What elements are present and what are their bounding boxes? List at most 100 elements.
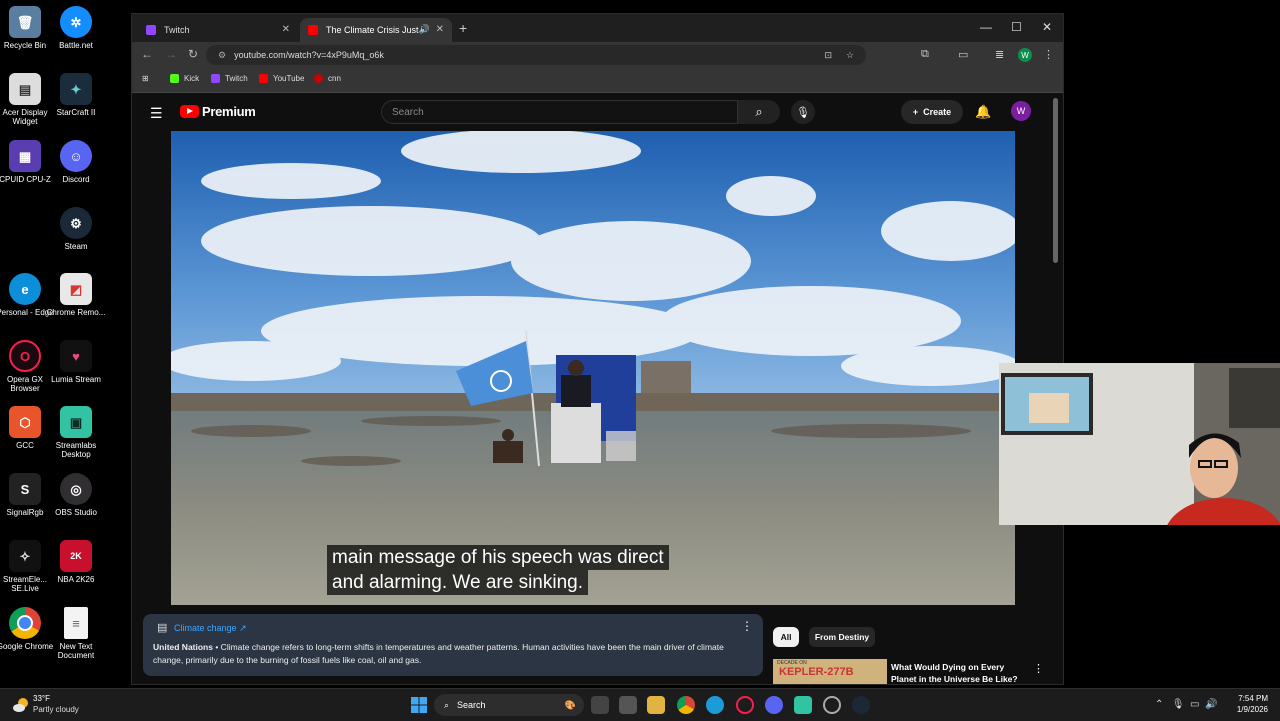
system-tray[interactable]: ⌃ 🎙 ▭ 🔊 (1155, 699, 1217, 710)
chevron-up-icon[interactable]: ⌃ (1155, 699, 1163, 710)
streamlabs-taskbar-icon[interactable] (794, 696, 812, 714)
discord-desktop-icon[interactable]: ☺ Discord (46, 140, 106, 184)
voice-search-button[interactable]: 🎙 (791, 100, 815, 124)
new-text-document-desktop-icon[interactable]: ≡ New Text Document (46, 607, 106, 660)
browser-toolbar: ← → ↻ ⚙ youtube.com/watch?v=4xP9uMq_o6k … (132, 42, 1063, 68)
apps-grid-icon[interactable]: ⊞ (142, 74, 149, 83)
weather-temperature[interactable]: 33°F (33, 694, 50, 703)
chrome-icon (9, 607, 41, 639)
close-tab-icon[interactable]: ✕ (436, 24, 444, 35)
context-info-card: ▤ Climate change ↗ ⋮ United Nations • Cl… (143, 614, 763, 676)
file-explorer-icon[interactable] (647, 696, 665, 714)
webcam-feed (999, 363, 1280, 525)
gcc-icon: ⬡ (9, 406, 41, 438)
maximize-icon[interactable]: ☐ (1011, 20, 1022, 34)
tab-search-icon[interactable]: ▭ (958, 48, 968, 61)
taskbar-search[interactable]: ⌕ Search 🎨 (434, 694, 584, 716)
chip-all[interactable]: All (773, 627, 799, 647)
nba2k-icon: 2K (60, 540, 92, 572)
search-input[interactable]: Search (381, 100, 738, 124)
windows-start-icon[interactable] (411, 697, 427, 713)
audio-playing-icon[interactable]: 🔊 (419, 24, 430, 35)
clock-date[interactable]: 1/9/2026 (1230, 705, 1268, 714)
new-tab-button[interactable]: + (459, 20, 467, 36)
page-scrollbar[interactable] (1053, 98, 1058, 263)
article-icon: ▤ (157, 622, 168, 634)
close-window-icon[interactable]: ✕ (1042, 20, 1052, 34)
bookmark-cnn[interactable]: cnn (314, 74, 341, 83)
edge-icon: e (9, 273, 41, 305)
edge-taskbar-icon[interactable] (706, 696, 724, 714)
bookmark-twitch[interactable]: Twitch (211, 74, 248, 83)
lumia-stream-icon: ♥ (60, 340, 92, 372)
settings-taskbar-icon[interactable] (823, 696, 841, 714)
text-document-icon: ≡ (64, 607, 88, 639)
battlenet-desktop-icon[interactable]: ✲ Battle.net (46, 6, 106, 50)
profile-avatar[interactable]: W (1018, 48, 1032, 62)
address-bar[interactable]: ⚙ youtube.com/watch?v=4xP9uMq_o6k ⊡ ☆ (206, 45, 866, 65)
back-icon[interactable]: ← (141, 47, 153, 61)
tab-twitch[interactable]: Twitch ✕ (138, 18, 298, 42)
task-view-icon[interactable] (591, 696, 609, 714)
network-icon[interactable]: ▭ (1190, 699, 1199, 710)
forward-icon[interactable]: → (165, 47, 177, 61)
bookmark-youtube[interactable]: YouTube (259, 74, 304, 83)
obs-desktop-icon[interactable]: ◎ OBS Studio (46, 473, 106, 517)
info-card-menu-icon[interactable]: ⋮ (741, 620, 753, 633)
tab-climate-crisis[interactable]: The Climate Crisis Just Hit a 🔊 ✕ (300, 18, 452, 42)
starcraft-desktop-icon[interactable]: ✦ StarCraft II (46, 73, 106, 117)
clock-time[interactable]: 7:54 PM (1236, 694, 1268, 703)
chrome-taskbar-icon[interactable] (677, 696, 695, 714)
bookmark-star-icon[interactable]: ☆ (846, 50, 854, 61)
microphone-icon[interactable]: 🎙 (1172, 699, 1185, 710)
nba2k-desktop-icon[interactable]: 2K NBA 2K26 (46, 540, 106, 584)
steam-icon: ⚙ (60, 207, 92, 239)
webcam-overlay (999, 363, 1280, 525)
site-info-icon[interactable]: ⚙ (218, 50, 226, 61)
recommendation-thumbnail[interactable]: DECADE ON KEPLER-277B (773, 659, 887, 684)
video-player[interactable]: main message of his speech was direct an… (171, 131, 1015, 605)
search-button[interactable]: ⌕ (738, 100, 780, 124)
streamelements-icon: ✧ (9, 540, 41, 572)
notifications-bell-icon[interactable]: 🔔 (975, 104, 991, 120)
bookmark-kick[interactable]: Kick (170, 74, 199, 83)
cnn-icon (314, 74, 323, 83)
widgets-icon[interactable] (619, 696, 637, 714)
external-link-icon: ↗ (239, 623, 247, 633)
close-tab-icon[interactable]: ✕ (282, 24, 290, 35)
partly-cloudy-weather-icon[interactable] (12, 697, 30, 713)
media-controls-icon[interactable]: ≣ (995, 48, 1004, 61)
create-button[interactable]: + Create (901, 100, 963, 124)
search-icon: ⌕ (444, 699, 450, 710)
discord-taskbar-icon[interactable] (765, 696, 783, 714)
cpuz-icon: ▦ (9, 140, 41, 172)
minimize-icon[interactable]: — (980, 20, 992, 34)
streamlabs-icon: ▣ (60, 406, 92, 438)
lumia-stream-desktop-icon[interactable]: ♥ Lumia Stream (46, 340, 106, 384)
topic-link[interactable]: Climate change ↗ (174, 622, 247, 635)
volume-icon[interactable]: 🔊 (1205, 699, 1217, 710)
seated-figure (493, 441, 523, 463)
reload-icon[interactable]: ↻ (188, 47, 198, 61)
account-avatar[interactable]: W (1011, 101, 1031, 121)
hamburger-menu-icon[interactable]: ☰ (150, 105, 163, 122)
streamlabs-desktop-icon[interactable]: ▣ Streamlabs Desktop (46, 406, 106, 459)
chrome-menu-icon[interactable]: ⋮ (1043, 48, 1054, 61)
extensions-icon[interactable]: ⧉ (921, 48, 929, 61)
recommendation-title[interactable]: What Would Dying on Every Planet in the … (891, 661, 1031, 684)
chip-from-destiny[interactable]: From Destiny (809, 627, 875, 647)
youtube-play-logo-icon (180, 105, 199, 118)
chrome-remote-desktop-icon[interactable]: ◩ Chrome Remo... (46, 273, 106, 317)
steam-desktop-icon[interactable]: ⚙ Steam (46, 207, 106, 251)
tab-strip: Twitch ✕ The Climate Crisis Just Hit a 🔊… (132, 14, 1063, 42)
lectern (551, 403, 601, 463)
twitch-favicon-icon (146, 25, 156, 35)
recommendation-menu-icon[interactable]: ⋮ (1033, 662, 1044, 675)
install-app-icon[interactable]: ⊡ (824, 50, 832, 61)
recycle-bin-icon: 🗑 (9, 6, 41, 38)
youtube-premium-logo[interactable]: Premium (180, 104, 256, 119)
search-highlight-icon: 🎨 (564, 699, 576, 710)
weather-description[interactable]: Partly cloudy (33, 705, 79, 714)
opera-gx-taskbar-icon[interactable] (736, 696, 754, 714)
steam-taskbar-icon[interactable] (852, 696, 870, 714)
